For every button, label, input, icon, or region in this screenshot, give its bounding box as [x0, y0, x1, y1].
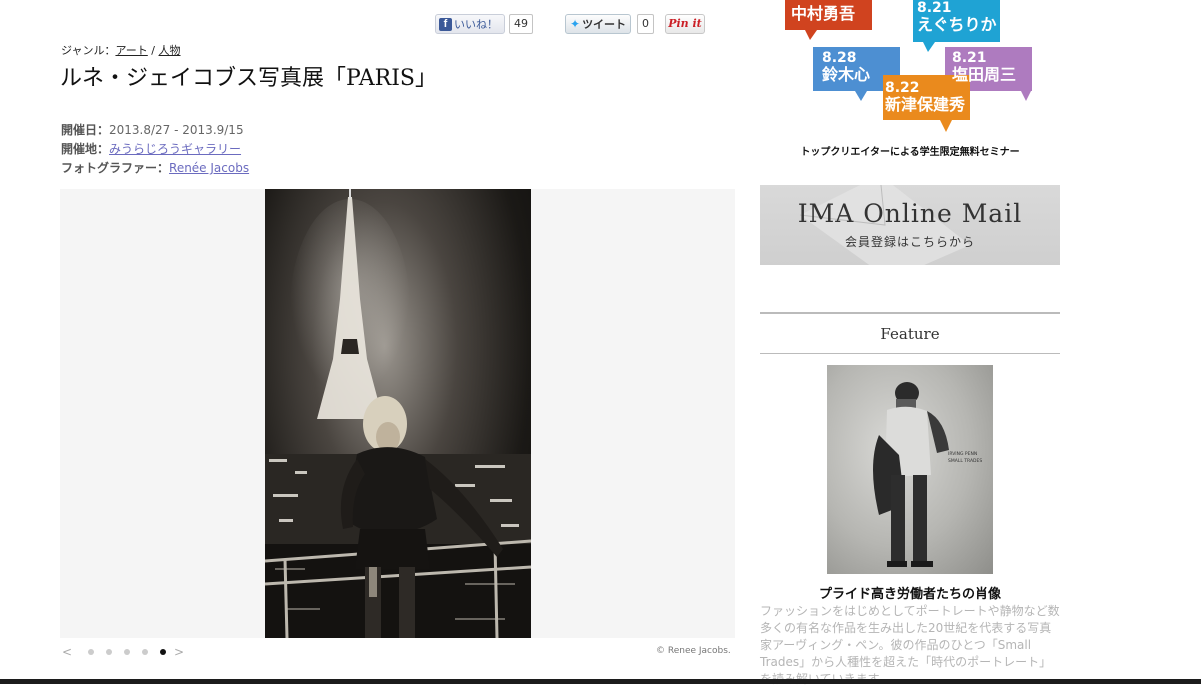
photo-credit: © Renee Jacobs. [656, 646, 731, 656]
cover-author: IRVING PENN [948, 451, 977, 457]
feature-book-cover[interactable]: IRVING PENN SMALL TRADES [827, 365, 993, 574]
feature-description: ファッションをはじめとしてポートレートや静物など数多くの有名な作品を生み出した2… [760, 604, 1060, 686]
carousel-prev-button[interactable]: < [60, 645, 74, 659]
seminar-bubble-nakamura: 中村勇吾 [791, 5, 855, 23]
genre-line: ジャンル：アート / 人物 [61, 42, 181, 58]
twitter-bird-icon: ✦ [570, 17, 581, 31]
seminar-bubble-shiota: 8.21 塩田周三 [952, 50, 1016, 84]
pin-it-button[interactable]: Pin it [665, 14, 705, 34]
feature-cover-photo: IRVING PENN SMALL TRADES [873, 382, 982, 567]
feature-title[interactable]: プライド高き労働者たちの肖像 [760, 583, 1060, 602]
photographer-label: フォトグラファー： [61, 161, 170, 175]
speaker-date: 8.28 [822, 50, 857, 66]
seminar-bubble-eguchi: 8.21 えぐちりか [917, 0, 997, 34]
speaker-name: 新津保建秀 [885, 95, 966, 114]
seminar-caption: トップクリエイターによる学生限定無料セミナー [800, 147, 1020, 158]
photo-gallery [60, 189, 735, 638]
page-title: ルネ・ジェイコブス写真展「PARIS」 [60, 66, 437, 91]
like-label: いいね！ [454, 18, 498, 31]
ima-mail-subtitle: 会員登録はこちらから [844, 235, 975, 249]
venue-label: 開催地： [61, 142, 110, 156]
carousel-dot[interactable] [142, 649, 148, 655]
carousel-dot[interactable] [124, 649, 130, 655]
event-dates: 開催日：2013.8/27 - 2013.9/15 [61, 121, 244, 138]
photographer-link[interactable]: Renée Jacobs [169, 161, 249, 175]
eiffel-tower-night-photo [265, 189, 531, 638]
feature-heading: Feature [760, 312, 1060, 354]
speaker-date: 8.21 [917, 0, 952, 16]
speaker-name: えぐちりか [917, 15, 997, 34]
facebook-icon: f [439, 17, 452, 31]
speaker-date: 8.21 [952, 50, 987, 66]
ima-mail-title: IMA Online Mail [797, 199, 1023, 228]
tweet-count: 0 [637, 14, 654, 34]
genre-link-people[interactable]: 人物 [159, 44, 181, 57]
speaker-name: 中村勇吾 [791, 4, 856, 23]
carousel-dot[interactable] [88, 649, 94, 655]
seminar-banner[interactable]: 中村勇吾 8.21 えぐちりか 8.28 鈴木心 8.21 塩田周三 8.22 … [760, 0, 1060, 160]
seminar-bubble-shintsubo: 8.22 新津保建秀 [885, 80, 965, 114]
genre-label: ジャンル： [61, 44, 116, 57]
carousel-dot-active[interactable] [160, 649, 166, 655]
dates-label: 開催日： [61, 123, 110, 137]
genre-separator: / [151, 44, 156, 57]
dates-value: 2013.8/27 - 2013.9/15 [109, 123, 244, 137]
venue-link[interactable]: みうらじろうギャラリー [109, 142, 241, 156]
carousel-next-button[interactable]: > [172, 645, 186, 659]
carousel-dot[interactable] [106, 649, 112, 655]
genre-link-art[interactable]: アート [115, 44, 147, 57]
speaker-name: 鈴木心 [822, 65, 871, 84]
like-count: 49 [509, 14, 533, 34]
gallery-photo[interactable] [265, 189, 531, 638]
speaker-date: 8.22 [885, 80, 920, 96]
tweet-button[interactable]: ✦ ツイート [565, 14, 631, 34]
bottom-bar [0, 679, 1201, 684]
cover-title: SMALL TRADES [948, 458, 982, 464]
carousel-nav: < > [60, 645, 186, 659]
ima-mail-banner[interactable]: IMA Online Mail 会員登録はこちらから [760, 185, 1060, 265]
event-venue: 開催地：みうらじろうギャラリー [61, 140, 241, 157]
seminar-bubble-suzuki: 8.28 鈴木心 [822, 50, 870, 84]
facebook-like-button[interactable]: f いいね！ [435, 14, 505, 34]
event-photographer: フォトグラファー：Renée Jacobs [61, 159, 249, 176]
tweet-label: ツイート [582, 18, 627, 31]
